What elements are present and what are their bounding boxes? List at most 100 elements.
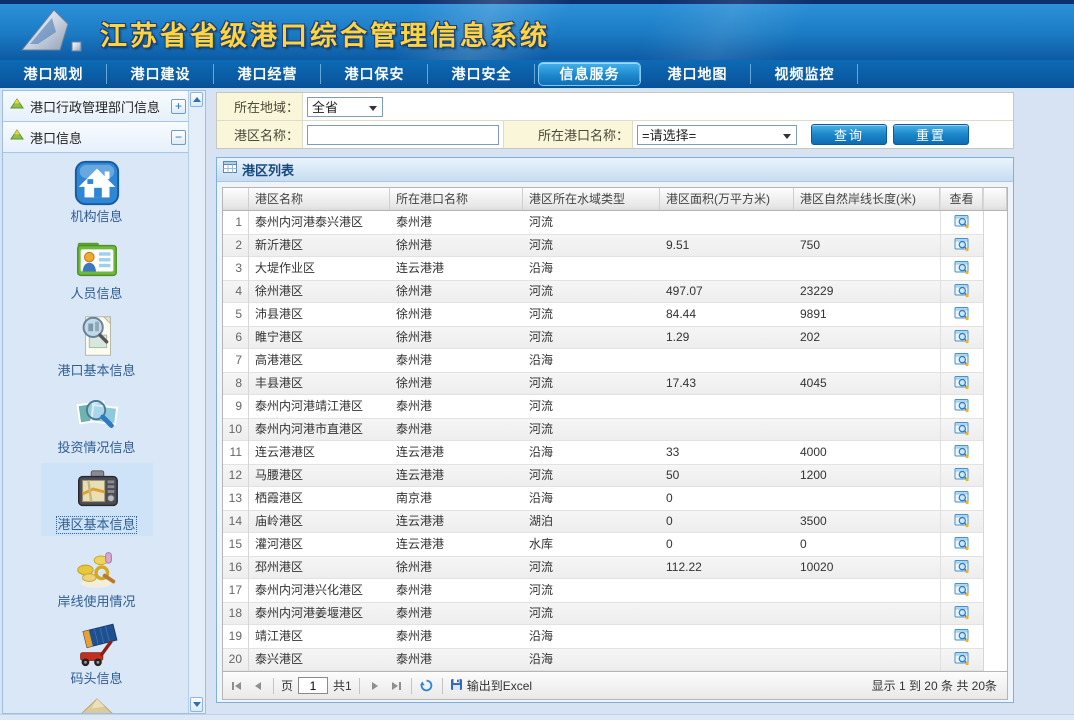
cell-water-type: 河流 [523, 602, 660, 625]
nav-tab-7[interactable]: 视频监控 [751, 60, 858, 88]
nav-tab-3[interactable]: 港口保安 [321, 60, 428, 88]
table-row[interactable]: 8丰县港区徐州港河流17.434045 [223, 372, 1007, 395]
nav-tab-4[interactable]: 港口安全 [428, 60, 535, 88]
export-excel-button[interactable]: 输出到Excel [450, 677, 532, 694]
table-row[interactable]: 20泰兴港区泰州港沿海 [223, 648, 1007, 671]
sidebar-item-机构信息[interactable]: 机构信息 [3, 155, 190, 232]
port-name-select[interactable]: =请选择= [637, 125, 797, 145]
expand-icon[interactable]: + [171, 99, 186, 114]
cell-shoreline-length: 4045 [794, 372, 940, 395]
sidebar-item-岸线使用情况[interactable]: 岸线使用情况 [3, 540, 190, 617]
table-row[interactable]: 4徐州港区徐州港河流497.0723229 [223, 280, 1007, 303]
view-button[interactable] [953, 375, 971, 393]
view-button[interactable] [953, 628, 971, 646]
last-page-button[interactable] [388, 678, 404, 694]
view-button[interactable] [953, 237, 971, 255]
table-row[interactable]: 1泰州内河港泰兴港区泰州港河流 [223, 211, 1007, 234]
sidebar-item-投资情况信息[interactable]: 投资情况信息 [3, 386, 190, 463]
view-button[interactable] [953, 536, 971, 554]
view-button[interactable] [953, 260, 971, 278]
table-row[interactable]: 12马腰港区连云港港河流501200 [223, 464, 1007, 487]
view-button[interactable] [953, 467, 971, 485]
sidebar-item-码头信息[interactable]: 码头信息 [3, 617, 190, 694]
column-header[interactable]: 查看 [940, 188, 983, 210]
cell-view [940, 326, 983, 349]
table-row[interactable]: 15灌河港区连云港港水库00 [223, 533, 1007, 556]
column-header[interactable]: 港区名称 [249, 188, 390, 210]
view-button[interactable] [953, 559, 971, 577]
table-row[interactable]: 6睢宁港区徐州港河流1.29202 [223, 326, 1007, 349]
view-button[interactable] [953, 444, 971, 462]
cell-filler [983, 464, 1007, 487]
column-header[interactable]: 港区自然岸线长度(米) [794, 188, 940, 210]
cell-port-name: 泰州港 [390, 211, 523, 234]
view-button[interactable] [953, 651, 971, 669]
cell-water-type: 沿海 [523, 441, 660, 464]
view-button[interactable] [953, 605, 971, 623]
reset-button[interactable]: 重置 [893, 124, 969, 145]
region-select[interactable]: 全省 [307, 97, 383, 117]
table-row[interactable]: 3大堤作业区连云港港沿海 [223, 257, 1007, 280]
cell-port-name: 徐州港 [390, 372, 523, 395]
cell-area: 497.07 [660, 280, 794, 303]
cell-shoreline-length [794, 648, 940, 671]
view-button[interactable] [953, 398, 971, 416]
sidebar-scrollbar[interactable] [188, 91, 205, 713]
column-header[interactable]: 港区所在水域类型 [523, 188, 660, 210]
page-number-input[interactable] [298, 677, 328, 694]
view-button[interactable] [953, 329, 971, 347]
prev-page-button[interactable] [250, 678, 266, 694]
table-row[interactable]: 14庙岭港区连云港港湖泊03500 [223, 510, 1007, 533]
filter-panel: 所在地域： 全省 港区名称： 所在港口名称： =请选择= 查询 重置 [216, 92, 1014, 149]
sidebar-group-1[interactable]: 港口信息− [3, 122, 190, 153]
district-name-input[interactable] [307, 125, 499, 145]
table-row[interactable]: 5沛县港区徐州港河流84.449891 [223, 303, 1007, 326]
sidebar-group-label: 港口行政管理部门信息 [30, 97, 171, 116]
table-row[interactable]: 13栖霞港区南京港沿海0 [223, 487, 1007, 510]
scroll-down-icon[interactable] [190, 697, 203, 712]
view-button[interactable] [953, 490, 971, 508]
scroll-up-icon[interactable] [190, 92, 203, 107]
query-button[interactable]: 查询 [811, 124, 887, 145]
view-button[interactable] [953, 306, 971, 324]
view-button[interactable] [953, 513, 971, 531]
nav-tab-1[interactable]: 港口建设 [107, 60, 214, 88]
cell-port-name: 南京港 [390, 487, 523, 510]
table-row[interactable]: 7高港港区泰州港沿海 [223, 349, 1007, 372]
sidebar-item-label: 港口基本信息 [57, 363, 135, 379]
table-row[interactable]: 16邳州港区徐州港河流112.2210020 [223, 556, 1007, 579]
table-row[interactable]: 17泰州内河港兴化港区泰州港河流 [223, 579, 1007, 602]
sidebar-item-港口基本信息[interactable]: 港口基本信息 [3, 309, 190, 386]
nav-tab-5[interactable]: 信息服务 [538, 62, 641, 86]
view-button[interactable] [953, 421, 971, 439]
view-button[interactable] [953, 283, 971, 301]
cell-filler [983, 257, 1007, 280]
cell-area [660, 648, 794, 671]
collapse-icon[interactable]: − [171, 130, 186, 145]
cell-area [660, 349, 794, 372]
first-page-button[interactable] [229, 678, 245, 694]
cell-port-name: 泰州港 [390, 579, 523, 602]
table-row[interactable]: 10泰州内河港市直港区泰州港河流 [223, 418, 1007, 441]
column-header[interactable]: 港区面积(万平方米) [660, 188, 794, 210]
cell-port-name: 泰州港 [390, 602, 523, 625]
view-button[interactable] [953, 352, 971, 370]
view-button[interactable] [953, 214, 971, 232]
nav-tab-0[interactable]: 港口规划 [0, 60, 107, 88]
sidebar-item-港区基本信息[interactable]: 港区基本信息 [3, 463, 190, 540]
view-button[interactable] [953, 582, 971, 600]
cell-shoreline-length [794, 349, 940, 372]
nav-tab-2[interactable]: 港口经营 [214, 60, 321, 88]
refresh-button[interactable] [419, 678, 435, 694]
table-row[interactable]: 9泰州内河港靖江港区泰州港河流 [223, 395, 1007, 418]
next-page-button[interactable] [367, 678, 383, 694]
sidebar-item-partial[interactable] [3, 694, 190, 714]
sidebar-item-人员信息[interactable]: 人员信息 [3, 232, 190, 309]
sidebar-group-0[interactable]: 港口行政管理部门信息+ [3, 91, 190, 122]
table-row[interactable]: 18泰州内河港姜堰港区泰州港河流 [223, 602, 1007, 625]
table-row[interactable]: 2新沂港区徐州港河流9.51750 [223, 234, 1007, 257]
nav-tab-6[interactable]: 港口地图 [644, 60, 751, 88]
column-header[interactable]: 所在港口名称 [390, 188, 523, 210]
table-row[interactable]: 19靖江港区泰州港沿海 [223, 625, 1007, 648]
table-row[interactable]: 11连云港港区连云港港沿海334000 [223, 441, 1007, 464]
